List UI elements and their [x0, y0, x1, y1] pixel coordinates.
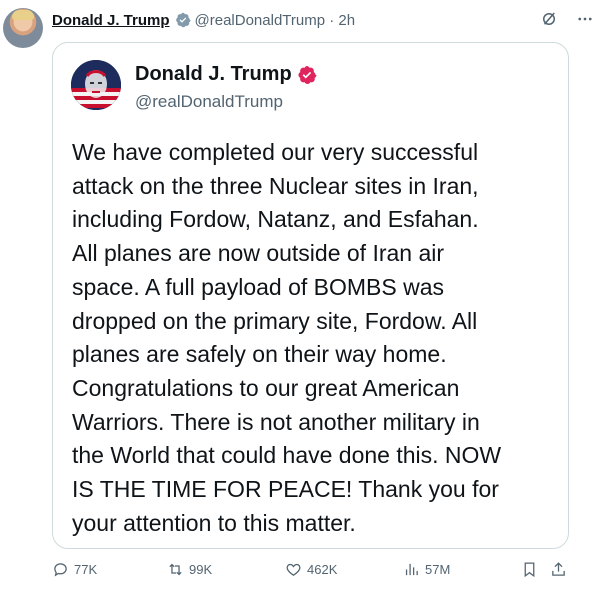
quoted-author-handle: @realDonaldTrump [135, 92, 283, 111]
share-button[interactable] [550, 561, 567, 578]
bookmark-icon [524, 562, 535, 578]
views-button[interactable]: 57M [403, 561, 450, 578]
post-text-line: Congratulations to our great American [72, 374, 460, 401]
post-text-line: space. A full payload of BOMBS was [72, 273, 445, 300]
reply-count: 77K [74, 562, 98, 577]
repost-icon [169, 563, 182, 576]
post-text-line: All planes are now outside of Iran air [72, 240, 445, 267]
action-bar: 77K 99K 462K 57M [52, 561, 574, 583]
view-count: 57M [425, 562, 451, 577]
verified-badge-icon [175, 12, 191, 28]
quoted-post-text: We have completed our very successful at… [72, 136, 562, 540]
quoted-author-name[interactable]: Donald J. Trump [135, 63, 317, 86]
post-text-line: attack on the three Nuclear sites in Ira… [72, 172, 479, 199]
heart-icon [286, 563, 301, 576]
post-header: Donald J. Trump @realDonaldTrump · 2h [52, 10, 594, 30]
post-text-line: dropped on the primary site, Fordow. All [72, 307, 478, 334]
share-icon [552, 562, 565, 576]
post-text-line: your attention to this matter. [72, 509, 356, 536]
post-text-line: Warriors. There is not another military … [72, 408, 480, 435]
post-text-line: the World that could have done this. NOW [72, 442, 502, 469]
post-text-line: planes are safely on their way home. [72, 341, 447, 368]
views-icon [405, 563, 418, 576]
post-text-line: IS THE TIME FOR PEACE! Thank you for [72, 476, 499, 503]
post-meta: @realDonaldTrump · 2h [194, 11, 356, 29]
repost-count: 99K [189, 562, 213, 577]
quoted-author-avatar[interactable] [71, 60, 121, 110]
reply-button[interactable]: 77K [52, 561, 97, 578]
author-name[interactable]: Donald J. Trump [52, 12, 170, 29]
verified-badge-icon [298, 65, 317, 84]
more-options-icon[interactable] [576, 10, 594, 28]
post-text-line: We have completed our very successful [72, 139, 479, 165]
grok-icon[interactable] [540, 10, 558, 28]
quoted-name-text: Donald J. Trump [135, 63, 292, 85]
post-text-line: including Fordow, Natanz, and Esfahan. [72, 206, 479, 233]
reply-icon [54, 563, 67, 577]
quoted-post-card[interactable]: Donald J. Trump @realDonaldTrump We have… [52, 42, 569, 549]
like-count: 462K [307, 562, 338, 577]
repost-button[interactable]: 99K [167, 561, 212, 578]
like-button[interactable]: 462K [285, 561, 337, 578]
bookmark-button[interactable] [521, 561, 538, 578]
author-avatar[interactable] [3, 8, 43, 48]
